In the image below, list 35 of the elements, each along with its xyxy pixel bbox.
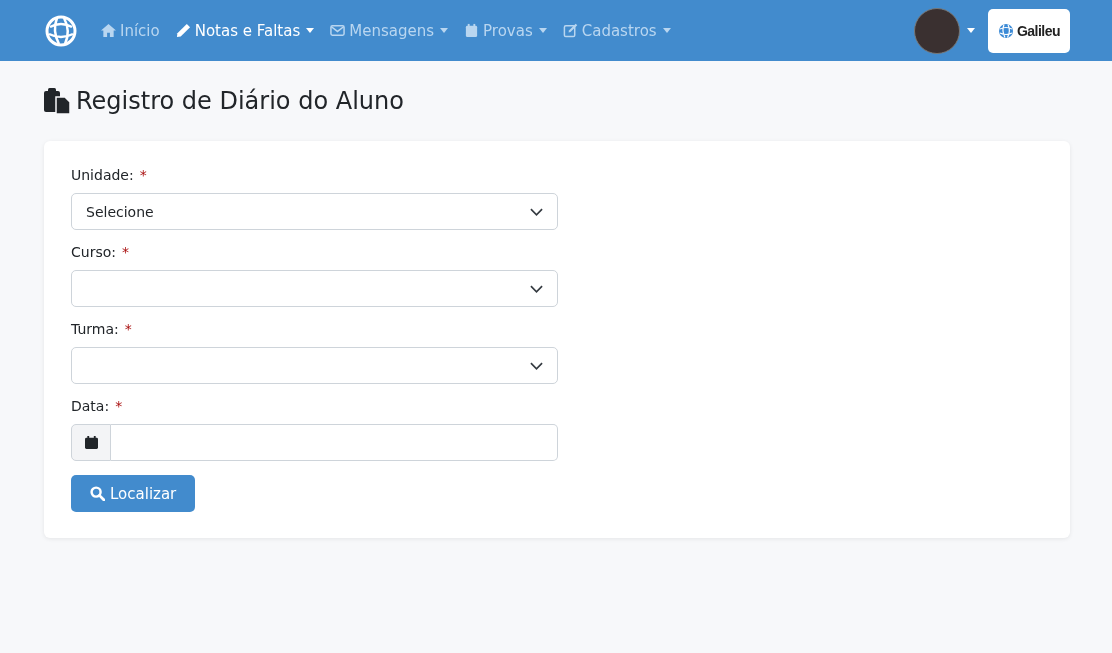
search-icon: [90, 486, 105, 501]
nav-menu-item[interactable]: Início: [101, 21, 160, 40]
home-icon: [101, 23, 116, 38]
select-field[interactable]: [71, 270, 558, 307]
calendar-icon: [464, 23, 480, 38]
chevron-down-icon: [530, 207, 543, 216]
required-mark: *: [122, 244, 129, 260]
nav-menu-item[interactable]: Notas e Faltas: [175, 21, 315, 40]
search-button[interactable]: Localizar: [71, 475, 196, 512]
user-avatar[interactable]: [914, 7, 960, 54]
field-label: Data:: [71, 398, 110, 414]
field-label: Curso:: [71, 244, 116, 260]
required-mark: *: [139, 167, 147, 183]
calendar-icon: [84, 436, 98, 449]
select-field[interactable]: Selecione: [71, 193, 558, 230]
envelope-icon: [330, 23, 346, 38]
required-mark: *: [124, 321, 132, 337]
chevron-down-icon: [530, 361, 543, 370]
edit-icon: [562, 23, 578, 38]
chevron-down-icon: [530, 284, 543, 293]
globe-logo-icon[interactable]: [45, 14, 77, 47]
field-label: Unidade:: [71, 167, 134, 183]
globe-icon: [997, 22, 1014, 39]
nav-menu-item[interactable]: Mensagens: [330, 21, 449, 40]
required-mark: *: [115, 398, 123, 414]
caret-icon[interactable]: [967, 28, 975, 33]
nav-menu-item[interactable]: Cadastros: [562, 21, 671, 40]
brand-logo[interactable]: Galileu: [988, 8, 1070, 53]
nav-menu-item[interactable]: Provas: [464, 21, 547, 40]
page-title: Registro de Diário do Aluno: [76, 87, 404, 115]
clipboard-icon: [44, 88, 70, 114]
date-input-field[interactable]: [111, 424, 558, 461]
pencil-icon: [175, 23, 191, 38]
field-label: Turma:: [71, 321, 119, 337]
select-field[interactable]: [71, 347, 558, 384]
